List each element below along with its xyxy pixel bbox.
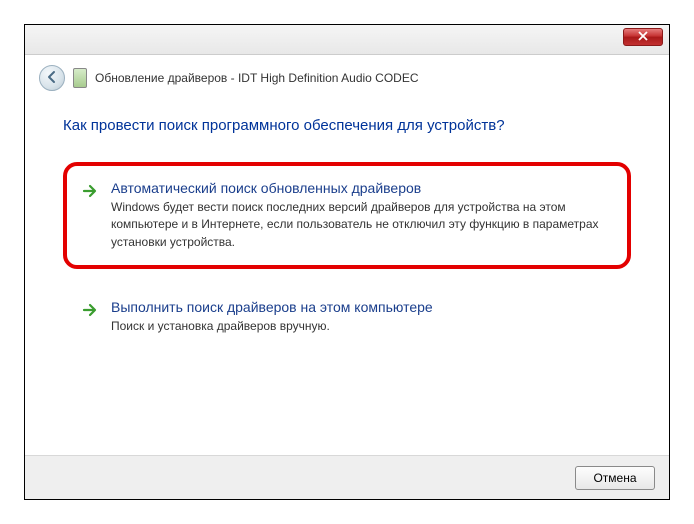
window-title: Обновление драйверов - IDT High Definiti… <box>95 71 419 85</box>
cancel-button[interactable]: Отмена <box>575 466 655 490</box>
close-button[interactable] <box>623 28 663 46</box>
page-heading: Как провести поиск программного обеспече… <box>63 117 631 134</box>
option-auto-search[interactable]: Автоматический поиск обновленных драйвер… <box>63 162 631 269</box>
option-body: Выполнить поиск драйверов на этом компью… <box>111 299 609 335</box>
back-button[interactable] <box>39 65 65 91</box>
option-title: Выполнить поиск драйверов на этом компью… <box>111 299 609 315</box>
close-icon <box>638 30 648 44</box>
back-arrow-icon <box>45 70 59 87</box>
option-description: Поиск и установка драйверов вручную. <box>111 318 609 335</box>
titlebar <box>25 25 669 55</box>
option-body: Автоматический поиск обновленных драйвер… <box>111 180 609 251</box>
header-row: Обновление драйверов - IDT High Definiti… <box>25 55 669 99</box>
arrow-right-icon <box>81 182 99 200</box>
device-icon <box>73 68 87 88</box>
option-manual-search[interactable]: Выполнить поиск драйверов на этом компью… <box>63 281 631 353</box>
dialog-window: Обновление драйверов - IDT High Definiti… <box>24 24 670 500</box>
content-area: Как провести поиск программного обеспече… <box>25 99 669 376</box>
arrow-right-icon <box>81 301 99 319</box>
footer: Отмена <box>25 455 669 499</box>
option-description: Windows будет вести поиск последних верс… <box>111 199 609 251</box>
option-title: Автоматический поиск обновленных драйвер… <box>111 180 609 196</box>
